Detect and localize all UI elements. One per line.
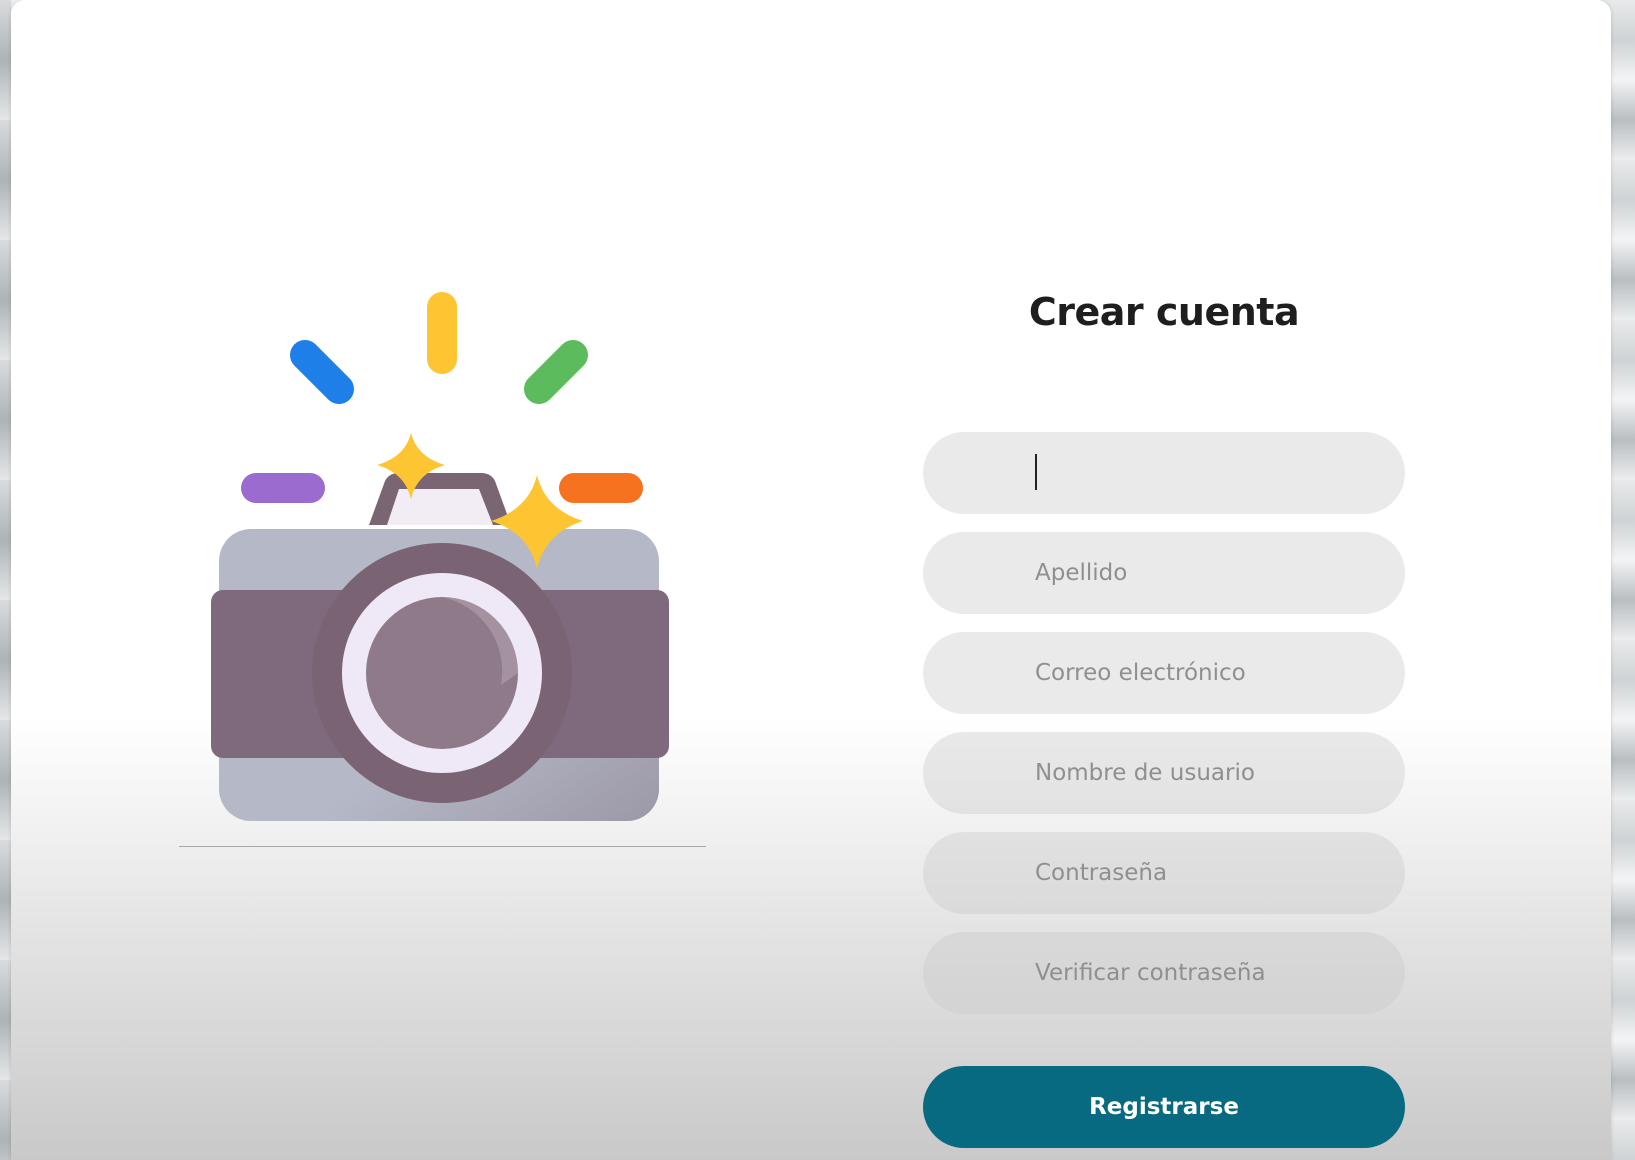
register-button[interactable]: Registrarse [923,1066,1405,1148]
illustration-divider [179,846,706,847]
camera-icon [211,292,669,821]
verify-password-input[interactable] [923,932,1405,1014]
sparkle-ray-green [524,340,588,404]
form-title: Crear cuenta [1028,290,1300,334]
email-input[interactable] [923,632,1405,714]
sparkle-dash-purple [241,473,325,503]
last-name-input[interactable] [923,532,1405,614]
sparkle-ray-blue [290,340,354,404]
username-input[interactable] [923,732,1405,814]
signup-card: Crear cuenta Registrarse [11,0,1611,1160]
last-name-field[interactable] [923,532,1405,614]
verify-password-field[interactable] [923,932,1405,1014]
password-input[interactable] [923,832,1405,914]
password-field[interactable] [923,832,1405,914]
first-name-field[interactable] [923,432,1405,514]
email-field[interactable] [923,632,1405,714]
background-left-edge [0,0,11,1160]
username-field[interactable] [923,732,1405,814]
text-caret [1035,454,1037,490]
first-name-input[interactable] [923,432,1405,514]
sparkle-dash-orange [559,473,643,503]
